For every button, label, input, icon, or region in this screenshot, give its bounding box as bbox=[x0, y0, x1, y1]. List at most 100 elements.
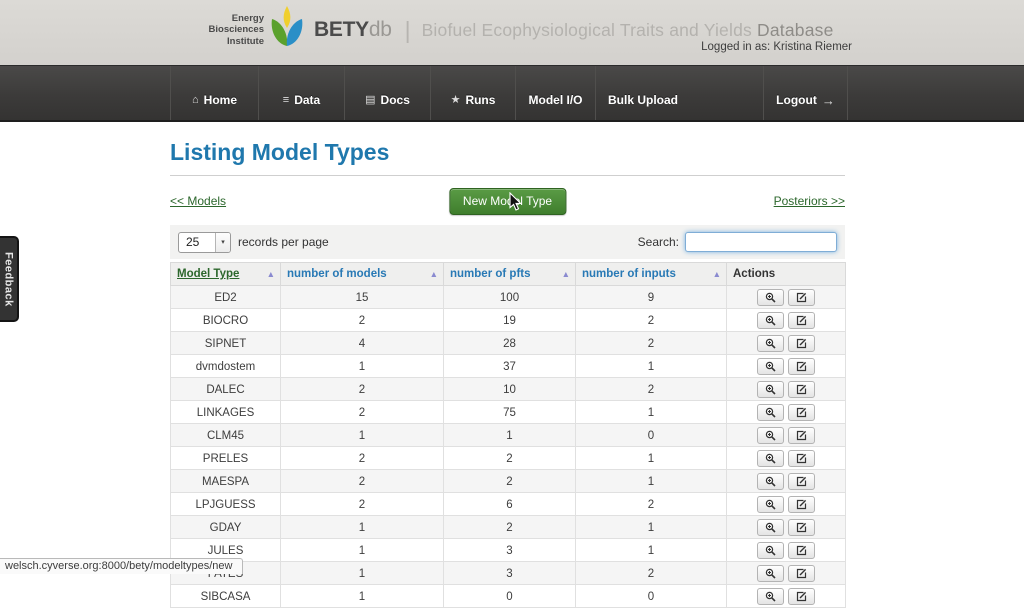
edit-button[interactable] bbox=[788, 519, 815, 536]
view-button[interactable] bbox=[757, 289, 784, 306]
view-button[interactable] bbox=[757, 335, 784, 352]
edit-icon bbox=[796, 591, 807, 602]
cell-actions bbox=[727, 585, 846, 608]
edit-icon bbox=[796, 384, 807, 395]
edit-button[interactable] bbox=[788, 427, 815, 444]
edit-button[interactable] bbox=[788, 588, 815, 605]
magnifier-plus-icon bbox=[765, 476, 776, 487]
view-button[interactable] bbox=[757, 312, 784, 329]
edit-icon bbox=[796, 361, 807, 372]
cell-pfts: 0 bbox=[444, 585, 576, 608]
cell-model-type: CLM45 bbox=[171, 424, 281, 447]
cell-model-type: GDAY bbox=[171, 516, 281, 539]
models-back-link[interactable]: << Models bbox=[170, 194, 226, 208]
cell-actions bbox=[727, 447, 846, 470]
sort-asc-icon: ▲ bbox=[713, 270, 721, 278]
column-header-number-of-models[interactable]: number of models ▲ bbox=[281, 263, 444, 286]
cell-models: 15 bbox=[281, 286, 444, 309]
nav-item-model-io[interactable]: Model I/O bbox=[515, 66, 595, 120]
magnifier-plus-icon bbox=[765, 522, 776, 533]
cell-inputs: 1 bbox=[576, 447, 727, 470]
arrow-right-icon: → bbox=[822, 94, 835, 107]
cell-model-type: LPJGUESS bbox=[171, 493, 281, 516]
cell-actions bbox=[727, 401, 846, 424]
cell-pfts: 2 bbox=[444, 447, 576, 470]
column-header-model-type[interactable]: Model Type ▲ bbox=[171, 263, 281, 286]
cell-inputs: 9 bbox=[576, 286, 727, 309]
edit-button[interactable] bbox=[788, 335, 815, 352]
new-model-type-button[interactable]: New Model Type bbox=[449, 188, 566, 215]
view-button[interactable] bbox=[757, 358, 784, 375]
title-divider bbox=[170, 175, 845, 176]
edit-button[interactable] bbox=[788, 358, 815, 375]
tagline-main: Biofuel Ecophysiological Traits and Yiel… bbox=[422, 20, 757, 40]
view-button[interactable] bbox=[757, 427, 784, 444]
magnifier-plus-icon bbox=[765, 499, 776, 510]
magnifier-plus-icon bbox=[765, 338, 776, 349]
nav-label: Bulk Upload bbox=[608, 94, 678, 107]
edit-button[interactable] bbox=[788, 542, 815, 559]
cell-pfts: 28 bbox=[444, 332, 576, 355]
sort-asc-icon: ▲ bbox=[562, 270, 570, 278]
cell-models: 1 bbox=[281, 355, 444, 378]
edit-button[interactable] bbox=[788, 450, 815, 467]
magnifier-plus-icon bbox=[765, 591, 776, 602]
column-label: Actions bbox=[733, 268, 775, 280]
view-button[interactable] bbox=[757, 542, 784, 559]
brand-divider: | bbox=[405, 17, 411, 44]
edit-button[interactable] bbox=[788, 496, 815, 513]
view-button[interactable] bbox=[757, 450, 784, 467]
table-row: CLM45110 bbox=[171, 424, 846, 447]
org-line: Institute bbox=[202, 36, 264, 47]
column-header-actions: Actions bbox=[727, 263, 846, 286]
column-header-number-of-pfts[interactable]: number of pfts ▲ bbox=[444, 263, 576, 286]
magnifier-plus-icon bbox=[765, 384, 776, 395]
nav-item-bulk-upload[interactable]: Bulk Upload bbox=[595, 66, 690, 120]
cell-inputs: 2 bbox=[576, 332, 727, 355]
cell-pfts: 75 bbox=[444, 401, 576, 424]
view-button[interactable] bbox=[757, 496, 784, 513]
edit-button[interactable] bbox=[788, 404, 815, 421]
magnifier-plus-icon bbox=[765, 430, 776, 441]
nav-item-logout[interactable]: Logout → bbox=[763, 66, 848, 120]
edit-button[interactable] bbox=[788, 289, 815, 306]
nav-item-runs[interactable]: ★ Runs bbox=[430, 66, 515, 120]
nav-item-data[interactable]: ≡ Data bbox=[258, 66, 344, 120]
magnifier-plus-icon bbox=[765, 315, 776, 326]
view-button[interactable] bbox=[757, 519, 784, 536]
edit-button[interactable] bbox=[788, 473, 815, 490]
table-row: BIOCRO2192 bbox=[171, 309, 846, 332]
view-button[interactable] bbox=[757, 381, 784, 398]
magnifier-plus-icon bbox=[765, 453, 776, 464]
nav-item-docs[interactable]: ▤ Docs bbox=[344, 66, 430, 120]
records-per-page-label: records per page bbox=[238, 235, 329, 249]
cell-inputs: 1 bbox=[576, 539, 727, 562]
cell-pfts: 100 bbox=[444, 286, 576, 309]
page-size-select[interactable]: 25 ▾ bbox=[178, 232, 231, 253]
sort-asc-icon: ▲ bbox=[430, 270, 438, 278]
column-header-number-of-inputs[interactable]: number of inputs ▲ bbox=[576, 263, 727, 286]
cell-inputs: 1 bbox=[576, 401, 727, 424]
view-button[interactable] bbox=[757, 473, 784, 490]
posteriors-link[interactable]: Posteriors >> bbox=[774, 194, 845, 208]
cell-models: 2 bbox=[281, 470, 444, 493]
search-input[interactable] bbox=[685, 232, 837, 252]
cell-actions bbox=[727, 470, 846, 493]
document-icon: ▤ bbox=[365, 94, 375, 107]
nav-item-home[interactable]: ⌂ Home bbox=[170, 66, 258, 120]
model-types-table-wrap: Model Type ▲ number of models ▲ number o… bbox=[170, 262, 845, 608]
search-group: Search: bbox=[638, 232, 837, 252]
feedback-tab[interactable]: Feedback bbox=[0, 236, 19, 322]
edit-icon bbox=[796, 522, 807, 533]
edit-button[interactable] bbox=[788, 381, 815, 398]
home-icon: ⌂ bbox=[192, 94, 199, 107]
edit-button[interactable] bbox=[788, 312, 815, 329]
cell-actions bbox=[727, 493, 846, 516]
cell-model-type: SIBCASA bbox=[171, 585, 281, 608]
edit-icon bbox=[796, 499, 807, 510]
view-button[interactable] bbox=[757, 588, 784, 605]
nav-label: Home bbox=[204, 94, 237, 107]
edit-icon bbox=[796, 430, 807, 441]
nav-label: Docs bbox=[381, 94, 410, 107]
view-button[interactable] bbox=[757, 404, 784, 421]
